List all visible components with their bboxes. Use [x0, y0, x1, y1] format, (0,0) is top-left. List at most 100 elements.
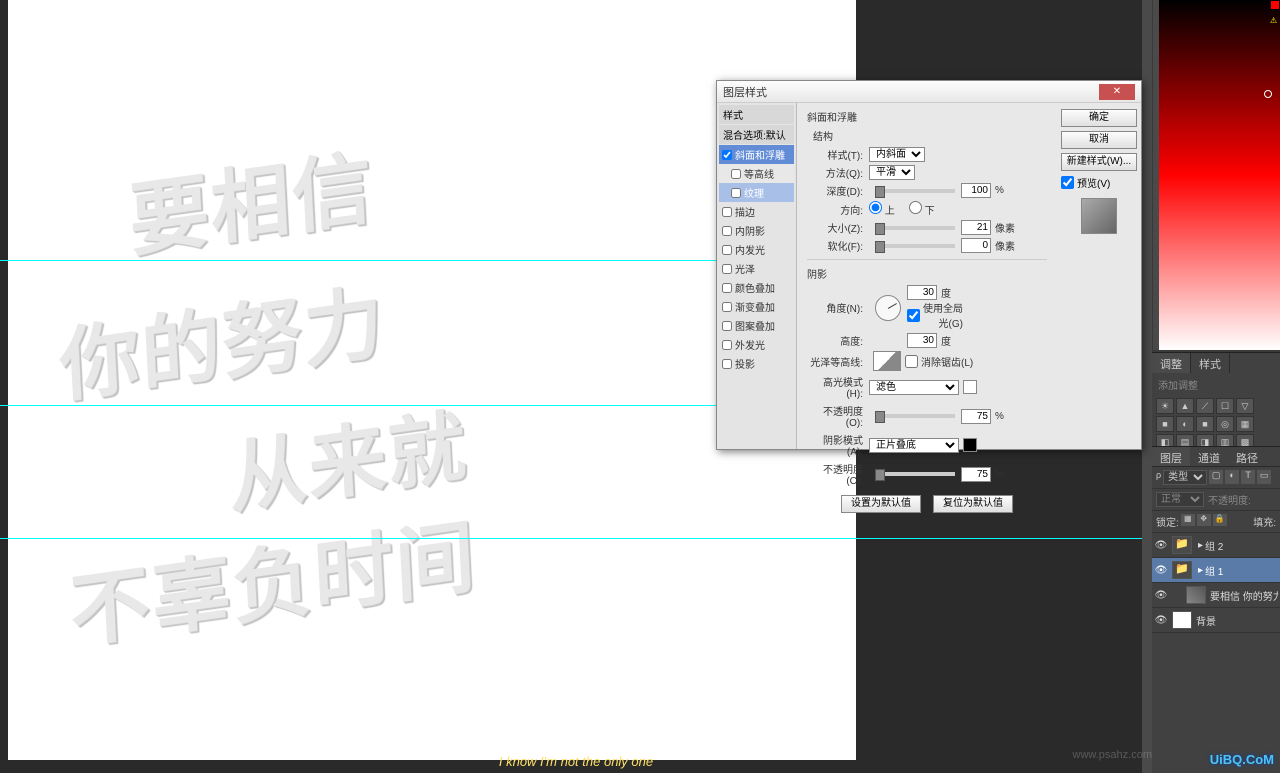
folder-arrow-icon[interactable]: ▸ [1198, 540, 1203, 551]
style-checkbox[interactable] [731, 188, 741, 198]
layer-name[interactable]: 组 1 [1205, 563, 1278, 578]
lock-all-icon[interactable]: 🔒 [1213, 514, 1227, 526]
depth-slider[interactable] [875, 189, 955, 193]
size-slider[interactable] [875, 226, 955, 230]
adj-bw-icon[interactable]: ■ [1196, 416, 1214, 432]
panel-dock-strip[interactable] [1142, 0, 1152, 773]
style-select[interactable]: 内斜面 [869, 147, 925, 162]
style-item-inner_shadow[interactable]: 内阴影 [719, 221, 794, 240]
folder-arrow-icon[interactable]: ▸ [1198, 565, 1203, 576]
depth-input[interactable] [961, 183, 991, 198]
style-item-color_overlay[interactable]: 颜色叠加 [719, 278, 794, 297]
altitude-input[interactable] [907, 333, 937, 348]
layer-row[interactable]: 👁 ▸组 2 [1152, 533, 1280, 558]
layer-row[interactable]: 👁 背景 [1152, 608, 1280, 633]
ok-button[interactable]: 确定 [1061, 109, 1137, 127]
shadow-color-swatch[interactable] [963, 438, 977, 452]
preview-checkbox[interactable]: 预览(V) [1061, 175, 1137, 190]
style-checkbox[interactable] [722, 264, 732, 274]
style-checkbox[interactable] [722, 359, 732, 369]
style-item-outer_glow[interactable]: 外发光 [719, 335, 794, 354]
method-select[interactable]: 平滑 [869, 165, 915, 180]
visibility-toggle[interactable]: 👁 [1154, 540, 1168, 551]
adj-curves-icon[interactable]: ⟋ [1196, 398, 1214, 414]
dir-up-radio[interactable]: 上 [869, 201, 895, 217]
style-item-bevel[interactable]: 斜面和浮雕 [719, 145, 794, 164]
guide-horizontal[interactable] [0, 538, 1152, 539]
adj-balance-icon[interactable]: ◐ [1176, 416, 1194, 432]
soften-slider[interactable] [875, 244, 955, 248]
new-style-button[interactable]: 新建样式(W)... [1061, 153, 1137, 171]
set-default-button[interactable]: 设置为默认值 [841, 495, 921, 513]
visibility-toggle[interactable]: 👁 [1154, 565, 1168, 576]
styles-header[interactable]: 样式 [719, 105, 794, 124]
style-item-stroke[interactable]: 描边 [719, 202, 794, 221]
adj-brightness-icon[interactable]: ☀ [1156, 398, 1174, 414]
filter-shape-icon[interactable]: ▭ [1257, 470, 1271, 484]
layer-row[interactable]: 👁 ▸组 1 [1152, 558, 1280, 583]
style-item-inner_glow[interactable]: 内发光 [719, 240, 794, 259]
gloss-contour[interactable] [873, 351, 901, 371]
blend-mode-select[interactable]: 正常 [1156, 492, 1204, 507]
tab-adjustments[interactable]: 调整 [1152, 353, 1191, 373]
filter-adjust-icon[interactable]: ◐ [1225, 470, 1239, 484]
layer-name[interactable]: 要相信 你的努力 从未 [1210, 588, 1278, 603]
color-marker[interactable] [1264, 90, 1272, 98]
layer-row[interactable]: 👁 要相信 你的努力 从未 [1152, 583, 1280, 608]
dialog-titlebar[interactable]: 图层样式 ✕ [717, 81, 1141, 103]
hl-opacity-slider[interactable] [875, 414, 955, 418]
adj-exposure-icon[interactable]: ☐ [1216, 398, 1234, 414]
tab-channels[interactable]: 通道 [1190, 447, 1228, 466]
adj-hue-icon[interactable]: ■ [1156, 416, 1174, 432]
layer-name[interactable]: 组 2 [1205, 538, 1278, 553]
style-item-grad_overlay[interactable]: 渐变叠加 [719, 297, 794, 316]
foreground-swatch[interactable] [1270, 0, 1280, 10]
hl-opacity-input[interactable] [961, 409, 991, 424]
filter-text-icon[interactable]: T [1241, 470, 1255, 484]
style-checkbox[interactable] [722, 207, 732, 217]
layer-thumbnail[interactable] [1172, 611, 1192, 629]
color-picker-panel[interactable] [1158, 0, 1280, 350]
layer-filter-select[interactable]: 类型 [1163, 470, 1207, 485]
style-checkbox[interactable] [722, 321, 732, 331]
filter-pixel-icon[interactable]: ▢ [1209, 470, 1223, 484]
lock-pixels-icon[interactable]: ▦ [1181, 514, 1195, 526]
adj-levels-icon[interactable]: ▲ [1176, 398, 1194, 414]
style-checkbox[interactable] [722, 283, 732, 293]
style-checkbox[interactable] [731, 169, 741, 179]
angle-input[interactable] [907, 285, 937, 300]
style-item-satin[interactable]: 光泽 [719, 259, 794, 278]
adj-vibrance-icon[interactable]: ▽ [1236, 398, 1254, 414]
style-item-pattern_overlay[interactable]: 图案叠加 [719, 316, 794, 335]
style-checkbox[interactable] [722, 150, 732, 160]
tab-styles[interactable]: 样式 [1191, 353, 1230, 373]
cancel-button[interactable]: 取消 [1061, 131, 1137, 149]
layer-name[interactable]: 背景 [1196, 613, 1278, 628]
angle-dial[interactable] [875, 295, 901, 321]
visibility-toggle[interactable]: 👁 [1154, 615, 1168, 626]
style-item-texture_sub[interactable]: 纹理 [719, 183, 794, 202]
global-light-checkbox[interactable]: 使用全局光(G) [907, 300, 963, 330]
adj-photo-icon[interactable]: ◎ [1216, 416, 1234, 432]
visibility-toggle[interactable]: 👁 [1154, 590, 1168, 601]
layer-thumbnail[interactable] [1172, 561, 1192, 579]
lock-position-icon[interactable]: ✥ [1197, 514, 1211, 526]
tab-paths[interactable]: 路径 [1228, 447, 1266, 466]
layer-thumbnail[interactable] [1186, 586, 1206, 604]
style-item-contour_sub[interactable]: 等高线 [719, 164, 794, 183]
close-button[interactable]: ✕ [1099, 84, 1135, 100]
tab-layers[interactable]: 图层 [1152, 447, 1190, 466]
size-input[interactable] [961, 220, 991, 235]
blend-options-header[interactable]: 混合选项:默认 [719, 125, 794, 144]
dir-down-radio[interactable]: 下 [909, 201, 935, 217]
style-checkbox[interactable] [722, 340, 732, 350]
shadow-mode-select[interactable]: 正片叠底 [869, 438, 959, 453]
adj-mixer-icon[interactable]: ▦ [1236, 416, 1254, 432]
style-checkbox[interactable] [722, 302, 732, 312]
sh-opacity-slider[interactable] [875, 472, 955, 476]
sh-opacity-input[interactable] [961, 467, 991, 482]
highlight-mode-select[interactable]: 滤色 [869, 380, 959, 395]
style-item-drop_shadow[interactable]: 投影 [719, 354, 794, 373]
style-checkbox[interactable] [722, 226, 732, 236]
soften-input[interactable] [961, 238, 991, 253]
